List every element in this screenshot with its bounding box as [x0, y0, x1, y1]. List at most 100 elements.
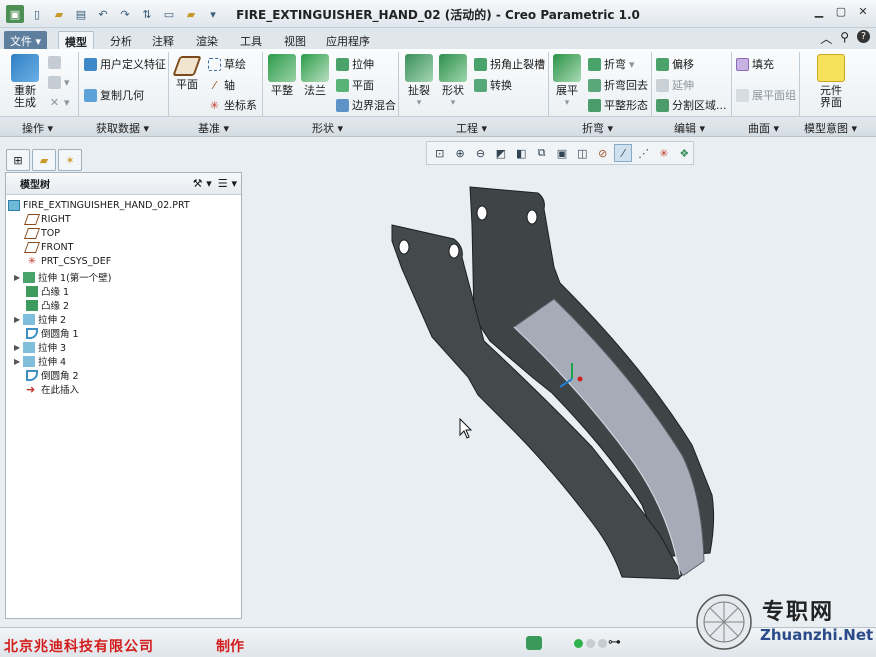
plane-display-icon[interactable]: ⊘ [594, 144, 611, 162]
bend-button[interactable]: 折弯 ▾ [588, 56, 635, 72]
corner-relief-button[interactable]: 拐角止裂槽 [474, 56, 545, 72]
tab-analysis[interactable]: 分析 [104, 31, 138, 49]
form-button[interactable]: 形状 ▾ [438, 54, 468, 109]
tab-model[interactable]: 模型 [58, 31, 94, 49]
group-surface-label: 曲面 [748, 122, 770, 135]
tab-file[interactable]: 文件 ▾ [4, 31, 48, 49]
group-surface[interactable]: 曲面 ▾ [748, 120, 779, 136]
group-get-data[interactable]: 获取数据 ▾ [96, 120, 149, 136]
paste-button[interactable]: ▾ [48, 76, 70, 89]
group-engineering[interactable]: 工程 ▾ [456, 120, 487, 136]
group-bend-label: 折弯 [582, 122, 604, 135]
extrude-button[interactable]: 拉伸 [336, 56, 374, 72]
list-item[interactable]: 倒圆角 1 [26, 326, 79, 340]
zoom-in-icon[interactable]: ⊕ [451, 144, 468, 162]
annotation-display-icon[interactable]: ❖ [676, 144, 693, 162]
saved-orientations-icon[interactable]: ⧉ [533, 144, 550, 162]
list-item[interactable]: ✳ PRT_CSYS_DEF [26, 256, 111, 267]
axis-display-icon[interactable]: ⁄ [614, 144, 632, 162]
help-icon[interactable]: ? [857, 30, 870, 43]
close-icon[interactable]: ✕ [856, 4, 870, 18]
group-datum[interactable]: 基准 ▾ [198, 120, 229, 136]
group-model-intent[interactable]: 模型意图 ▾ [804, 120, 857, 136]
model-tree-tab-icon[interactable]: ⊞ [6, 149, 30, 171]
component-interface-button[interactable]: 元件界面 [814, 54, 848, 109]
regenerate-big-icon [11, 54, 39, 82]
group-bend[interactable]: 折弯 ▾ [582, 120, 613, 136]
collapse-ribbon-icon[interactable]: ︿ [820, 30, 832, 47]
datum-plane-button[interactable]: 平面 [172, 56, 202, 91]
rip-button[interactable]: 扯裂 ▾ [404, 54, 434, 109]
tab-render[interactable]: 渲染 [190, 31, 224, 49]
repaint-icon[interactable]: ◩ [492, 144, 509, 162]
planar-button[interactable]: 平整 [267, 54, 297, 97]
list-item[interactable]: FRONT [23, 242, 73, 253]
minimize-icon[interactable]: ▁ [812, 4, 826, 18]
tab-view[interactable]: 视图 [278, 31, 312, 49]
boundary-blend-button[interactable]: 边界混合 [336, 97, 396, 113]
list-item[interactable]: 倒圆角 2 [26, 368, 79, 382]
list-item[interactable]: ▶ 拉伸 4 [14, 354, 66, 368]
delete-button[interactable]: ✕ ▾ [48, 96, 70, 109]
tree-filter-icon[interactable]: ☰ ▾ [218, 177, 237, 190]
list-item[interactable]: ➜ 在此插入 [26, 382, 79, 397]
flat-state-button[interactable]: 平整形态 [588, 97, 648, 113]
expand-icon[interactable]: ▶ [14, 357, 23, 366]
convert-button[interactable]: 转换 [474, 77, 512, 93]
point-display-icon[interactable]: ⋰ [635, 144, 652, 162]
copy-geometry-button[interactable]: 复制几何 [84, 87, 144, 103]
udf-button[interactable]: 用户定义特征 [84, 56, 166, 72]
group-operations[interactable]: 操作 ▾ [22, 120, 53, 136]
copy-button[interactable] [48, 56, 61, 69]
zoom-out-icon[interactable]: ⊖ [472, 144, 489, 162]
expand-icon[interactable]: ▶ [14, 273, 23, 282]
list-item[interactable]: FIRE_EXTINGUISHER_HAND_02.PRT [8, 200, 190, 211]
planar-icon [268, 54, 296, 82]
favorites-tab-icon[interactable]: ✶ [58, 149, 82, 171]
split-area-button[interactable]: 分割区域... [656, 97, 727, 113]
expand-icon[interactable]: ▶ [14, 315, 23, 324]
list-item[interactable]: 凸缘 1 [26, 284, 69, 298]
list-item[interactable]: TOP [23, 228, 60, 239]
list-item[interactable]: ▶ 拉伸 3 [14, 340, 66, 354]
offset-button[interactable]: 偏移 [656, 56, 694, 72]
search-icon[interactable]: ⚲ [840, 30, 849, 47]
tree-item-label: 拉伸 2 [38, 315, 67, 326]
regen-status-icon[interactable] [526, 636, 542, 650]
find-binoculars-icon[interactable]: ⊶ [608, 635, 621, 650]
part-hole [448, 243, 460, 259]
view-manager-icon[interactable]: ▣ [553, 144, 570, 162]
extend-button[interactable]: 延伸 [656, 77, 694, 93]
csys-button[interactable]: ✳ 坐标系 [208, 97, 257, 113]
bend-label: 折弯 [604, 58, 626, 71]
tab-tools[interactable]: 工具 [234, 31, 268, 49]
group-edit[interactable]: 编辑 ▾ [674, 120, 705, 136]
sketch-button[interactable]: 草绘 [208, 56, 246, 72]
flatten-quilt-button[interactable]: 展平面组 [736, 87, 796, 103]
expand-icon[interactable]: ▶ [14, 343, 23, 352]
graphics-window[interactable] [242, 165, 876, 627]
csys-display-icon[interactable]: ✳ [655, 144, 672, 162]
insert-here-arrow-icon: ➜ [26, 382, 36, 396]
list-item[interactable]: 凸缘 2 [26, 298, 69, 312]
refit-icon[interactable]: ⊡ [431, 144, 448, 162]
tab-annotate[interactable]: 注释 [146, 31, 180, 49]
list-item[interactable]: ▶ 拉伸 2 [14, 312, 66, 326]
unbend-button[interactable]: 展平 ▾ [552, 54, 582, 109]
list-item[interactable]: ▶ 拉伸 1(第一个壁) [14, 270, 111, 284]
fill-button[interactable]: 填充 [736, 56, 774, 72]
bend-back-button[interactable]: 折弯回去 [588, 77, 648, 93]
display-style-icon[interactable]: ◧ [513, 144, 530, 162]
perspective-icon[interactable]: ◫ [574, 144, 591, 162]
tab-apps[interactable]: 应用程序 [320, 31, 376, 49]
folder-browser-tab-icon[interactable]: ▰ [32, 149, 56, 171]
axis-button[interactable]: ⁄ 轴 [208, 77, 235, 93]
maximize-icon[interactable]: ▢ [834, 4, 848, 18]
flat-button[interactable]: 平面 [336, 77, 374, 93]
tree-settings-icon[interactable]: ⚒ ▾ [193, 177, 212, 190]
unbend-icon [553, 54, 581, 82]
list-item[interactable]: RIGHT [23, 214, 71, 225]
regenerate-button[interactable]: 重新生成 [8, 54, 42, 109]
group-shape[interactable]: 形状 ▾ [312, 120, 343, 136]
flange-button[interactable]: 法兰 [300, 54, 330, 97]
